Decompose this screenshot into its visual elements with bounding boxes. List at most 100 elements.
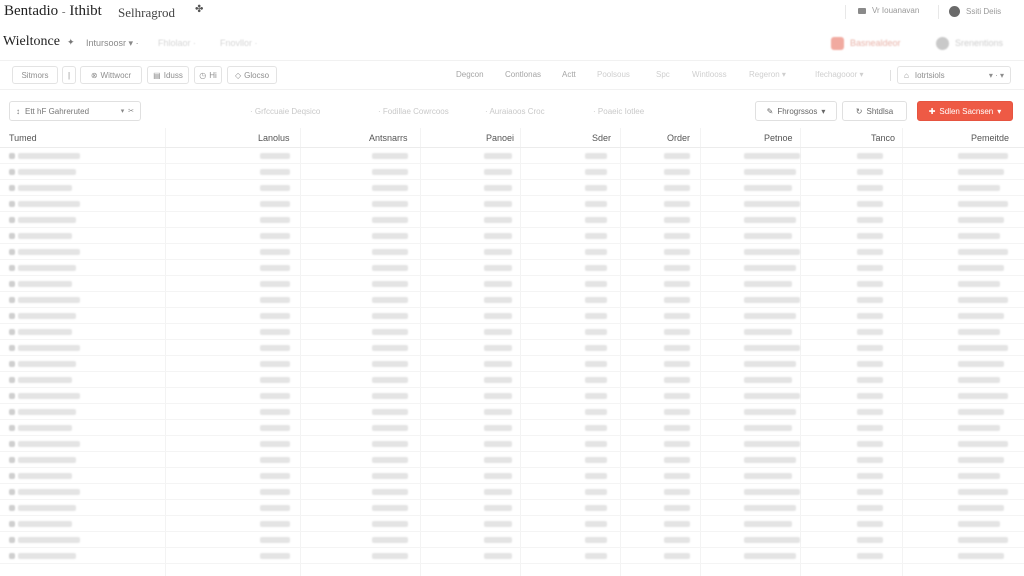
table-row[interactable] xyxy=(0,324,1024,340)
chevron-down-icon: ▾ xyxy=(859,70,864,79)
table-cell xyxy=(18,537,80,543)
tab-5[interactable]: Spc xyxy=(656,70,670,79)
pin-icon[interactable]: ✦ xyxy=(67,37,75,48)
table-row[interactable] xyxy=(0,340,1024,356)
table-row[interactable] xyxy=(0,260,1024,276)
filter-option-3-label: Auraiaoos Croc xyxy=(489,107,545,116)
table-cell xyxy=(958,537,1008,543)
tab-7[interactable]: Regeron ▾ xyxy=(749,70,786,79)
header-primary-action[interactable]: Basnealdeor xyxy=(825,34,922,52)
table-row[interactable] xyxy=(0,244,1024,260)
user-icon: ⌂ xyxy=(904,70,909,80)
table-cell xyxy=(18,393,80,399)
table-row[interactable] xyxy=(0,212,1024,228)
table-cell xyxy=(664,153,690,159)
table-cell xyxy=(18,441,80,447)
filter-option-3[interactable]: · Auraiaoos Croc xyxy=(485,107,545,116)
table-row[interactable] xyxy=(0,180,1024,196)
table-row[interactable] xyxy=(0,484,1024,500)
column-header-7[interactable]: Petnoe xyxy=(764,133,793,143)
table-cell xyxy=(664,281,690,287)
chevron-down-icon: ▾ ✂ xyxy=(120,108,134,115)
table-cell xyxy=(18,553,76,559)
header-secondary-action[interactable]: Srenentions xyxy=(930,34,1022,52)
table-row[interactable] xyxy=(0,196,1024,212)
avatar xyxy=(949,6,960,17)
table-cell xyxy=(18,265,76,271)
table-row[interactable] xyxy=(0,276,1024,292)
breadcrumb-item-1[interactable]: Intursoosr ▾ · xyxy=(86,38,139,49)
table-row[interactable] xyxy=(0,436,1024,452)
toolbar-chip-5[interactable]: ◷ Hi xyxy=(194,66,222,84)
column-header-8[interactable]: Tanco xyxy=(871,133,895,143)
table-row[interactable] xyxy=(0,164,1024,180)
table-cell xyxy=(857,345,883,351)
table-cell xyxy=(664,425,690,431)
table-cell xyxy=(958,521,1000,527)
table-row[interactable] xyxy=(0,532,1024,548)
column-header-1[interactable]: Tumed xyxy=(9,133,37,143)
table-cell xyxy=(9,473,15,479)
filter-option-4[interactable]: · Poaeic Iotlee xyxy=(593,107,644,116)
table-row[interactable] xyxy=(0,548,1024,564)
user-menu[interactable]: Ssiti Deiis xyxy=(949,6,1001,17)
table-row[interactable] xyxy=(0,468,1024,484)
column-header-4[interactable]: Panoei xyxy=(486,133,514,143)
tab-8[interactable]: Ifechagooor ▾ xyxy=(815,70,864,79)
plus-icon: ✚ xyxy=(928,106,936,116)
column-header-5[interactable]: Sder xyxy=(592,133,611,143)
table-cell xyxy=(9,249,15,255)
progress-button-label: Fhrogrssos xyxy=(777,106,818,116)
table-cell xyxy=(9,345,15,351)
table-row[interactable] xyxy=(0,500,1024,516)
toolbar-chip-6[interactable]: ◇ Glocso xyxy=(227,66,277,84)
table-row[interactable] xyxy=(0,308,1024,324)
column-header-3[interactable]: Antsnarrs xyxy=(369,133,408,143)
app-brand[interactable]: Bentadio - Ithibt xyxy=(4,3,102,20)
action-icon xyxy=(831,36,844,50)
table-cell xyxy=(260,153,290,159)
table-row[interactable] xyxy=(0,228,1024,244)
table-cell xyxy=(585,265,607,271)
toolbar-chip-2[interactable]: | xyxy=(62,66,76,84)
filter-option-2[interactable]: · Fodillae Cowrcoos xyxy=(378,107,449,116)
table-cell xyxy=(585,233,607,239)
table-row[interactable] xyxy=(0,420,1024,436)
table-row[interactable] xyxy=(0,452,1024,468)
column-header-6[interactable]: Order xyxy=(667,133,690,143)
filter-select[interactable]: ↕ Ett hF Gahreruted ▾ ✂ xyxy=(9,101,141,121)
tab-1[interactable]: Degcon xyxy=(456,70,484,79)
table-row[interactable] xyxy=(0,356,1024,372)
notifications-link[interactable]: Vr Iouanavan xyxy=(858,6,919,15)
table-row[interactable] xyxy=(0,516,1024,532)
table-cell xyxy=(484,409,512,415)
table-cell xyxy=(260,249,290,255)
table-cell xyxy=(260,185,290,191)
view-select[interactable]: ⌂ Iotrtsiols ▾ · ▾ xyxy=(897,66,1011,84)
tab-2[interactable]: Contlonas xyxy=(505,70,541,79)
table-row[interactable] xyxy=(0,404,1024,420)
tab-6[interactable]: Wintlooss xyxy=(692,70,727,79)
table-cell xyxy=(744,553,796,559)
toolbar-chip-4[interactable]: ▤ Iduss xyxy=(147,66,189,84)
table-cell xyxy=(484,473,512,479)
toolbar-chip-3[interactable]: ⊗ Wittwocr xyxy=(80,66,142,84)
filter-option-1[interactable]: · Grfccuaie Deqsico xyxy=(250,107,320,116)
breadcrumb-item-2[interactable]: Fhlolaor · xyxy=(158,38,196,48)
progress-button[interactable]: ✎ Fhrogrssos ▾ xyxy=(755,101,837,121)
tab-3[interactable]: Actt xyxy=(562,70,576,79)
breadcrumb-item-3[interactable]: Fnovllor · xyxy=(220,38,258,48)
tab-4[interactable]: Poolsous xyxy=(597,70,630,79)
toolbar-chip-1[interactable]: Sitmors xyxy=(12,66,58,84)
table-row[interactable] xyxy=(0,388,1024,404)
table-cell xyxy=(9,329,15,335)
column-header-9[interactable]: Pemeitde xyxy=(971,133,1009,143)
table-row[interactable] xyxy=(0,372,1024,388)
column-header-2[interactable]: Lanolus xyxy=(258,133,290,143)
section-name[interactable]: Selhragrod xyxy=(118,5,175,21)
primary-action-button[interactable]: ✚ Sdlen Sacnsen ▾ xyxy=(917,101,1013,121)
table-cell xyxy=(744,441,800,447)
schedule-button[interactable]: ↻ Shtdlsa xyxy=(842,101,907,121)
table-row[interactable] xyxy=(0,292,1024,308)
table-row[interactable] xyxy=(0,148,1024,164)
